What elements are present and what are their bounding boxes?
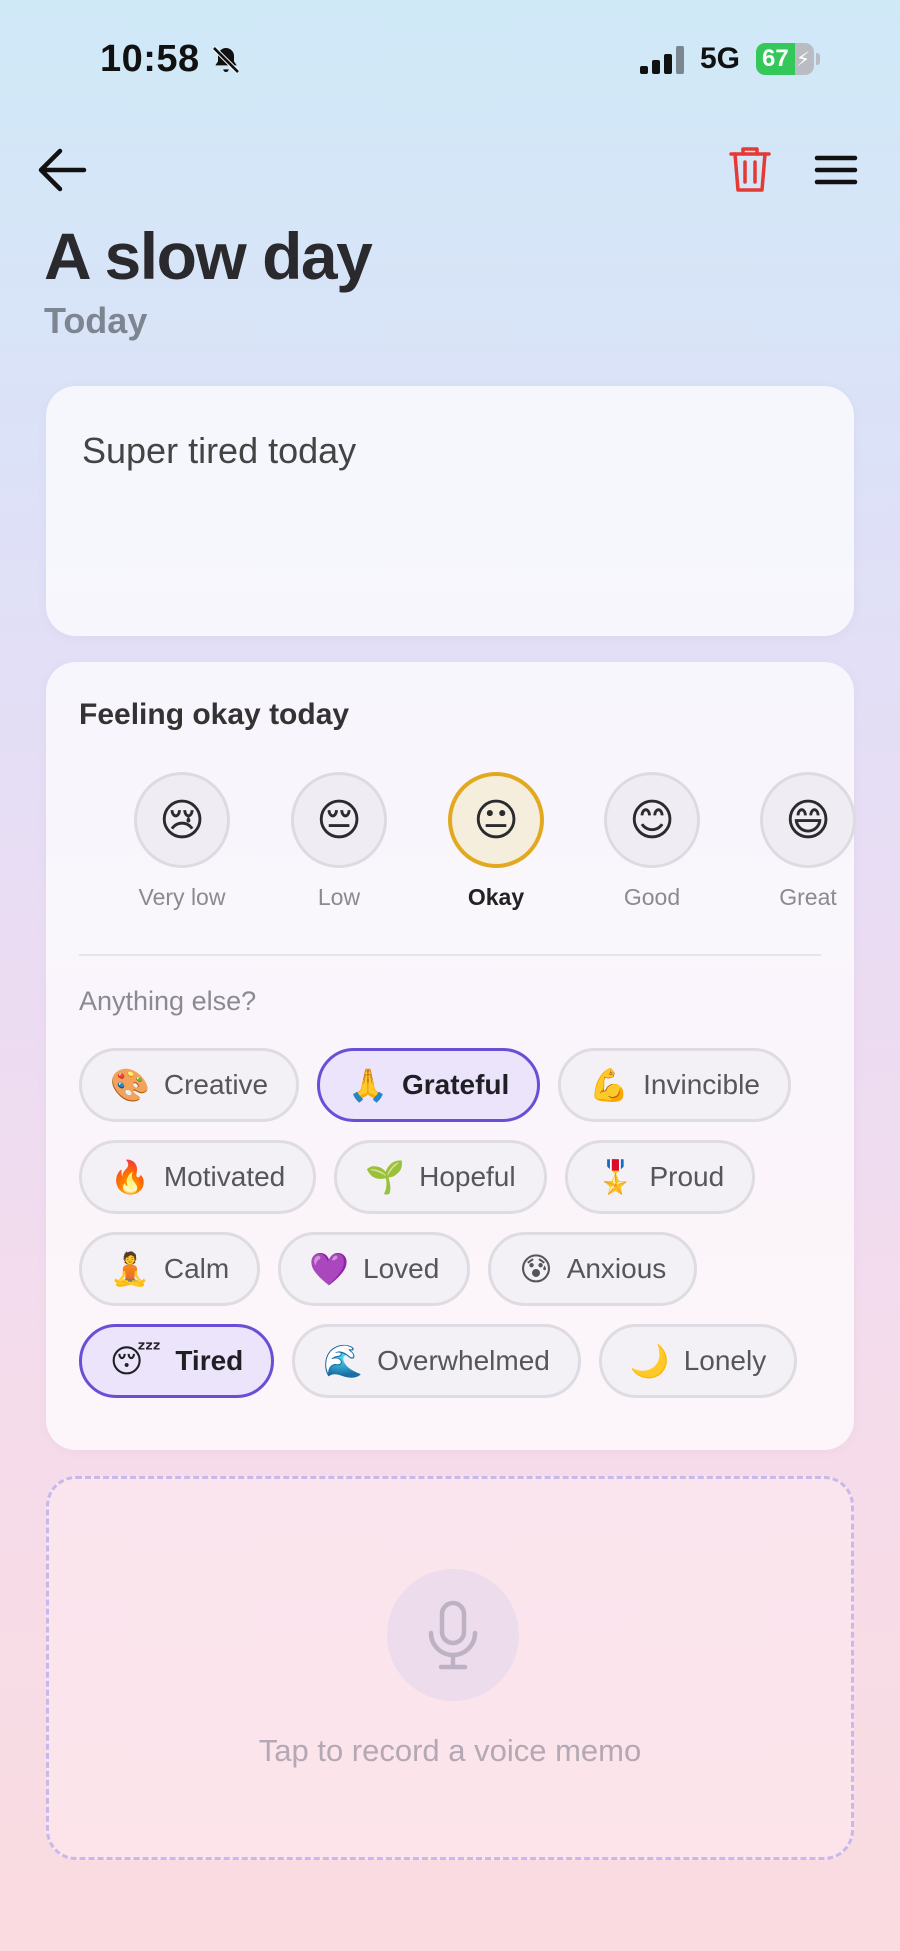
mood-heading: Feeling okay today [79, 698, 350, 731]
mood-option-label: Okay [467, 884, 525, 910]
purple-heart-icon: 💜 [309, 1251, 350, 1287]
mood-selector: 😢 Very low 😔 Low 😐 Okay 😊 Good 😄 Great [46, 772, 856, 922]
divider [79, 954, 821, 956]
entry-title[interactable]: A slow day [44, 218, 373, 294]
anxious-face-icon: 😰 [519, 1251, 553, 1287]
note-text[interactable]: Super tired today [82, 430, 356, 472]
medal-icon: 🎖️ [595, 1159, 636, 1195]
tag-motivated[interactable]: 🔥 Motivated [79, 1140, 317, 1214]
tag-label: Proud [649, 1161, 725, 1192]
status-time: 10:58 [100, 38, 200, 80]
mood-option-label: Very low [138, 884, 226, 910]
entry-date: Today [44, 300, 148, 341]
mood-option-label: Good [623, 884, 681, 910]
status-bar: 10:58 5G 67 ⚡ [0, 0, 900, 120]
mood-good-emoji: 😊 [604, 772, 700, 868]
crescent-moon-icon: 🌙 [629, 1343, 670, 1379]
trash-icon[interactable] [728, 144, 772, 194]
voice-memo-prompt: Tap to record a voice memo [258, 1733, 642, 1768]
tag-label: Lonely [683, 1345, 767, 1376]
tag-calm[interactable]: 🧘 Calm [79, 1232, 261, 1306]
mood-option-label: Great [779, 884, 837, 910]
palette-icon: 🎨 [110, 1067, 150, 1103]
mood-very-low-emoji: 😢 [134, 772, 230, 868]
battery-percent: 67 [762, 45, 789, 72]
tag-label: Tired [175, 1345, 244, 1376]
tag-label: Grateful [401, 1069, 510, 1100]
mood-card: Feeling okay today 😢 Very low 😔 Low 😐 Ok… [46, 662, 856, 1450]
note-card[interactable]: Super tired today [46, 386, 854, 636]
tag-label: Invincible [643, 1069, 760, 1100]
tag-grateful[interactable]: 🙏 Grateful [317, 1048, 541, 1122]
record-button[interactable] [387, 1569, 519, 1701]
mood-option-very-low[interactable]: 😢 Very low [112, 772, 252, 911]
tag-overwhelmed[interactable]: 🌊 Overwhelmed [292, 1324, 581, 1398]
network-type: 5G [699, 42, 740, 75]
sleeping-face-icon: 😴 [110, 1343, 162, 1379]
tag-proud[interactable]: 🎖️ Proud [564, 1140, 756, 1214]
meditation-icon: 🧘 [110, 1251, 150, 1287]
mood-option-label: Low [317, 884, 361, 910]
tag-loved[interactable]: 💜 Loved [278, 1232, 471, 1306]
feelings-label: Anything else? [79, 986, 257, 1016]
tag-lonely[interactable]: 🌙 Lonely [598, 1324, 798, 1398]
status-time-group: 10:58 [100, 38, 242, 81]
folded-hands-icon: 🙏 [348, 1067, 388, 1103]
fire-icon: 🔥 [110, 1159, 150, 1195]
status-right: 5G 67 ⚡ [639, 42, 820, 76]
hamburger-menu-icon[interactable] [814, 154, 858, 186]
voice-memo-recorder[interactable]: Tap to record a voice memo [46, 1476, 854, 1860]
tag-anxious[interactable]: 😰 Anxious [488, 1232, 698, 1306]
feeling-tags: 🎨 Creative 🙏 Grateful 💪 Invincible 🔥 Motivat… [79, 1048, 839, 1416]
tag-tired[interactable]: 😴 Tired [79, 1324, 275, 1398]
tag-label: Motivated [163, 1161, 286, 1192]
microphone-icon [428, 1600, 478, 1670]
flexed-biceps-icon: 💪 [589, 1067, 630, 1103]
battery-icon: 67 ⚡ [756, 43, 820, 75]
tag-label: Creative [163, 1069, 269, 1100]
arrow-left-icon[interactable] [36, 146, 88, 194]
mood-option-okay[interactable]: 😐 Okay [426, 772, 566, 911]
mood-okay-emoji: 😐 [448, 772, 544, 868]
tag-label: Overwhelmed [377, 1345, 550, 1376]
tag-invincible[interactable]: 💪 Invincible [558, 1048, 791, 1122]
mood-option-good[interactable]: 😊 Good [582, 772, 722, 911]
tag-label: Anxious [566, 1253, 667, 1284]
tag-label: Hopeful [419, 1161, 516, 1192]
tag-hopeful[interactable]: 🌱 Hopeful [334, 1140, 547, 1214]
tag-label: Loved [363, 1253, 440, 1284]
tag-label: Calm [163, 1253, 230, 1284]
bell-muted-icon [212, 45, 240, 74]
charging-bolt-icon: ⚡ [795, 49, 810, 71]
mood-great-emoji: 😄 [760, 772, 856, 868]
signal-icon [639, 44, 684, 74]
wave-icon: 🌊 [323, 1343, 364, 1379]
seedling-icon: 🌱 [365, 1159, 406, 1195]
tag-creative[interactable]: 🎨 Creative [79, 1048, 300, 1122]
mood-option-low[interactable]: 😔 Low [269, 772, 409, 911]
mood-low-emoji: 😔 [291, 772, 387, 868]
mood-option-great[interactable]: 😄 Great [738, 772, 878, 911]
